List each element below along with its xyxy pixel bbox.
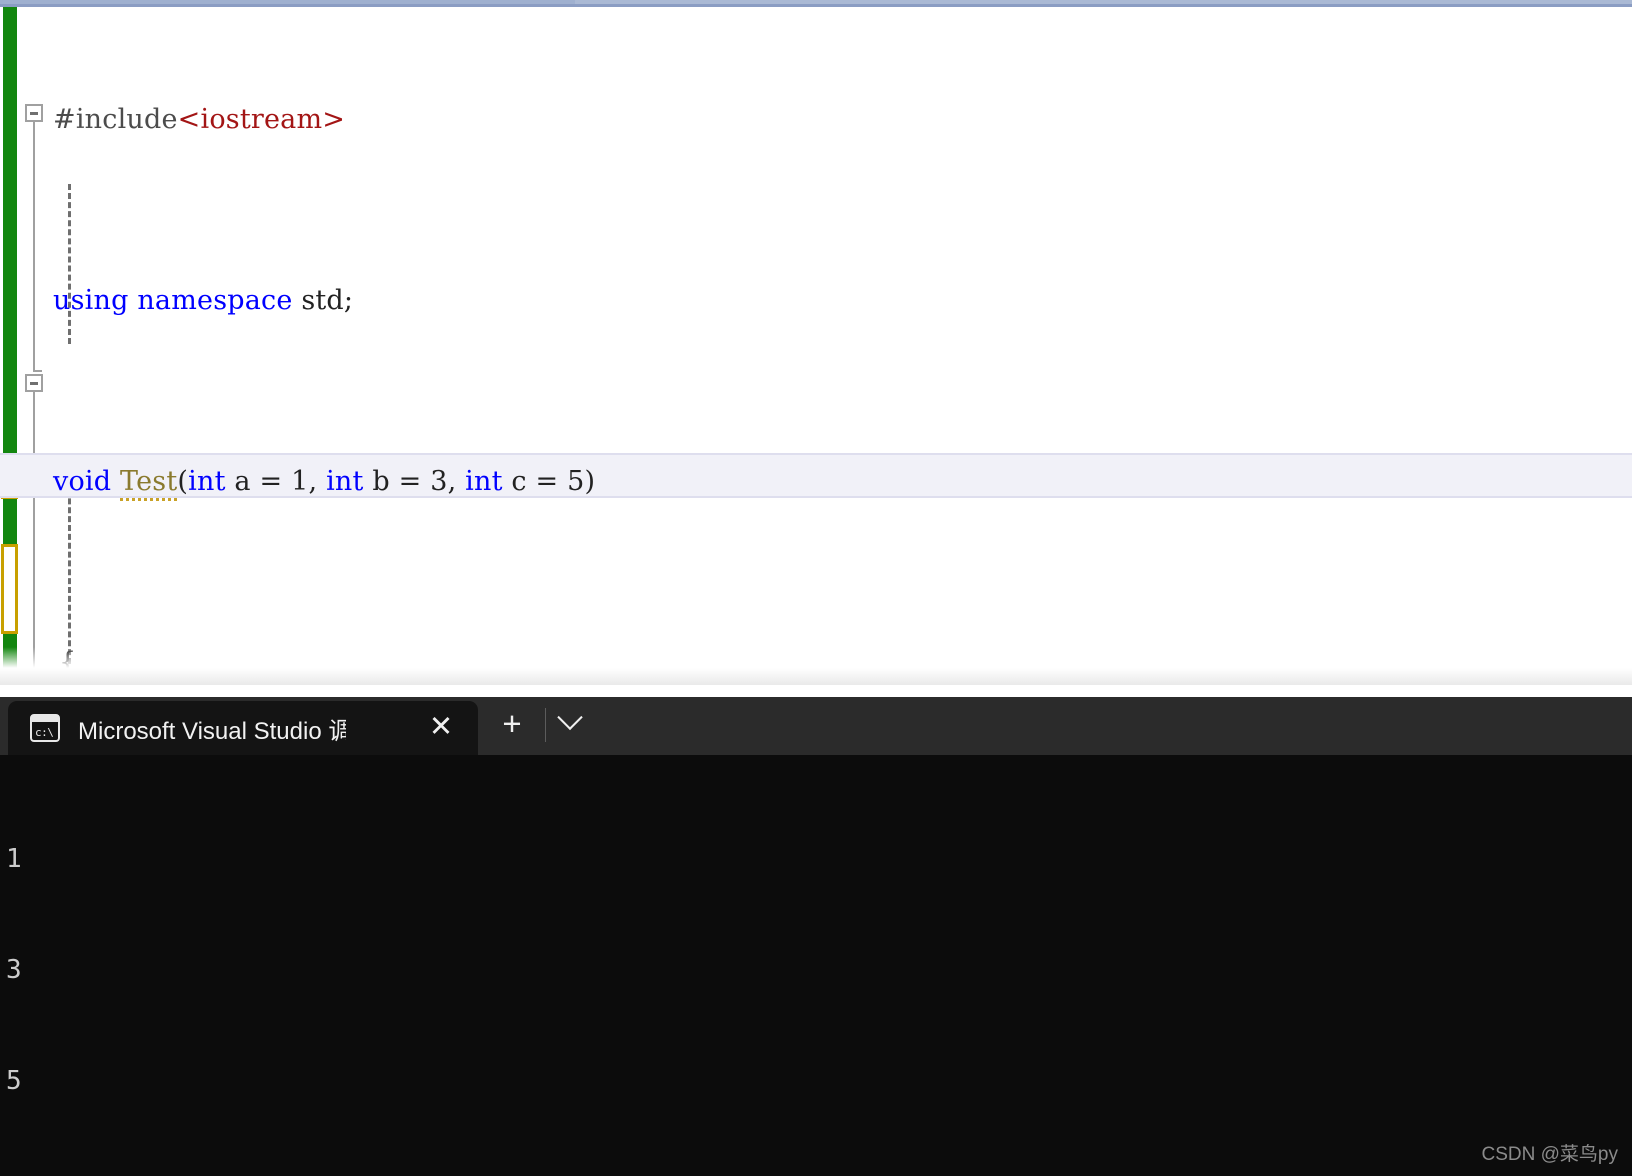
code-token: int [326,466,373,497]
editor-change-bar [0,7,18,685]
visual-studio-window: #include<iostream> using namespace std; … [0,0,1632,1176]
terminal-output[interactable]: 1 3 5 -------- 10 20 5 D:\code\test.c\C+… [0,755,1632,1176]
csdn-watermark: CSDN @菜鸟py [1481,1144,1618,1165]
code-token: #include [53,104,178,136]
splitter-segment-right [575,0,1632,4]
code-token: a = 1, [234,466,327,497]
collapse-toggle-icon[interactable] [25,104,43,122]
outlining-bracket-line [33,392,42,678]
splitter-segment-left [0,0,575,4]
change-bar-saved-segment [3,634,17,678]
collapse-toggle-icon[interactable] [25,374,43,392]
code-line[interactable]: { [47,640,1632,685]
terminal-tab-active[interactable]: c:\ Microsoft Visual Studio 调试控 ✕ [8,701,478,755]
terminal-panel[interactable]: c:\ Microsoft Visual Studio 调试控 ✕ + 1 3 … [0,697,1632,1176]
close-icon[interactable]: ✕ [426,713,456,743]
code-token: ( [177,466,189,497]
terminal-tab-title: Microsoft Visual Studio 调试控 [78,717,346,745]
outlining-bracket-line [33,122,42,372]
console-icon: c:\ [30,714,60,742]
tab-bar-separator [545,708,546,742]
terminal-output-line: 5 [6,1066,22,1096]
terminal-output-line: 1 [6,844,22,874]
window-top-splitter [0,0,1632,7]
code-token: <iostream> [177,104,346,136]
code-token: b = 3, [372,466,466,497]
chevron-down-icon[interactable] [554,704,586,742]
code-token: int [188,466,235,497]
code-line[interactable]: #include<iostream> [47,97,1632,142]
code-token: std; [301,285,354,317]
editor-outlining-gutter[interactable] [25,7,47,685]
code-token-function-name: Test [120,466,178,501]
code-token: { [59,646,77,678]
change-bar-saved-segment [3,7,17,454]
terminal-tab-bar[interactable]: c:\ Microsoft Visual Studio 调试控 ✕ + [0,697,1632,755]
change-bar-unsaved-segment [1,544,18,634]
code-token: int [465,466,512,497]
editor-text-area[interactable]: #include<iostream> using namespace std; … [47,7,1632,685]
new-tab-button[interactable]: + [496,707,528,741]
code-token: c = 5) [511,466,596,497]
change-bar-saved-segment [3,499,17,544]
code-editor[interactable]: #include<iostream> using namespace std; … [0,7,1632,685]
code-line[interactable]: using namespace std; [47,278,1632,323]
terminal-output-line: 3 [6,955,22,985]
code-token: using namespace [53,285,302,317]
code-line[interactable]: void Test(int a = 1, int b = 3, int c = … [47,459,1632,504]
code-token: void [53,466,121,497]
